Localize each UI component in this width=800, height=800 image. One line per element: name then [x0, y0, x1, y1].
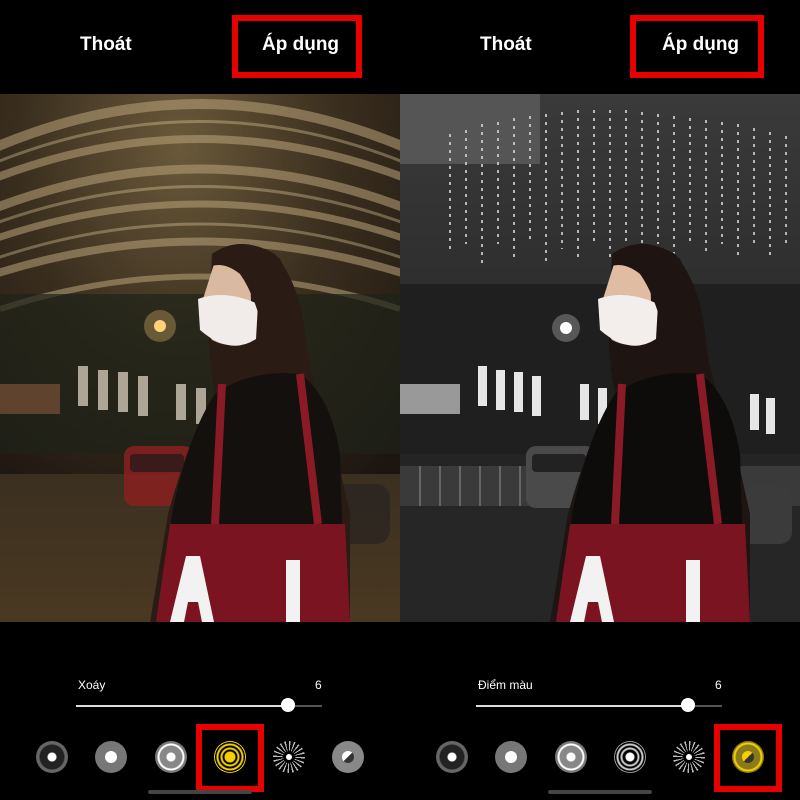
diamond-dot-icon[interactable]	[95, 741, 127, 773]
exit-button[interactable]: Thoát	[480, 34, 532, 56]
slider-thumb[interactable]	[680, 698, 695, 712]
radial-burst-icon[interactable]	[273, 741, 305, 773]
color-point-icon[interactable]	[332, 741, 364, 773]
photo-preview-swirl	[0, 94, 400, 622]
soft-ring-dot-icon[interactable]	[555, 741, 587, 773]
editor-panel-color-point: Thoát Áp dụng Điểm màu 6	[400, 0, 800, 800]
highlight-box-selected-tool	[196, 724, 264, 792]
photo-preview-color-point	[400, 94, 800, 622]
effect-value: 6	[715, 678, 722, 692]
intensity-slider[interactable]	[76, 698, 322, 712]
swirl-rings-icon[interactable]	[614, 741, 646, 773]
effect-label: Điểm màu	[478, 678, 533, 692]
soft-ring-dot-icon[interactable]	[155, 741, 187, 773]
editor-panel-swirl: Thoát Áp dụng Xoáy 6	[0, 0, 400, 800]
highlight-box-apply	[232, 15, 362, 78]
top-bar: Thoát Áp dụng	[400, 0, 800, 94]
highlight-box-apply	[630, 15, 764, 78]
diamond-dot-icon[interactable]	[495, 741, 527, 773]
top-bar: Thoát Áp dụng	[0, 0, 400, 94]
slider-thumb[interactable]	[280, 698, 295, 712]
slider-fill	[476, 705, 688, 707]
effect-label: Xoáy	[78, 678, 106, 692]
intensity-slider[interactable]	[476, 698, 722, 712]
effect-value: 6	[315, 678, 322, 692]
solid-dot-icon[interactable]	[36, 741, 68, 773]
home-indicator	[148, 790, 252, 794]
slider-fill	[76, 705, 288, 707]
highlight-box-selected-tool	[714, 724, 782, 792]
radial-burst-icon[interactable]	[673, 741, 705, 773]
exit-button[interactable]: Thoát	[80, 34, 132, 56]
solid-dot-icon[interactable]	[436, 741, 468, 773]
home-indicator	[548, 790, 652, 794]
